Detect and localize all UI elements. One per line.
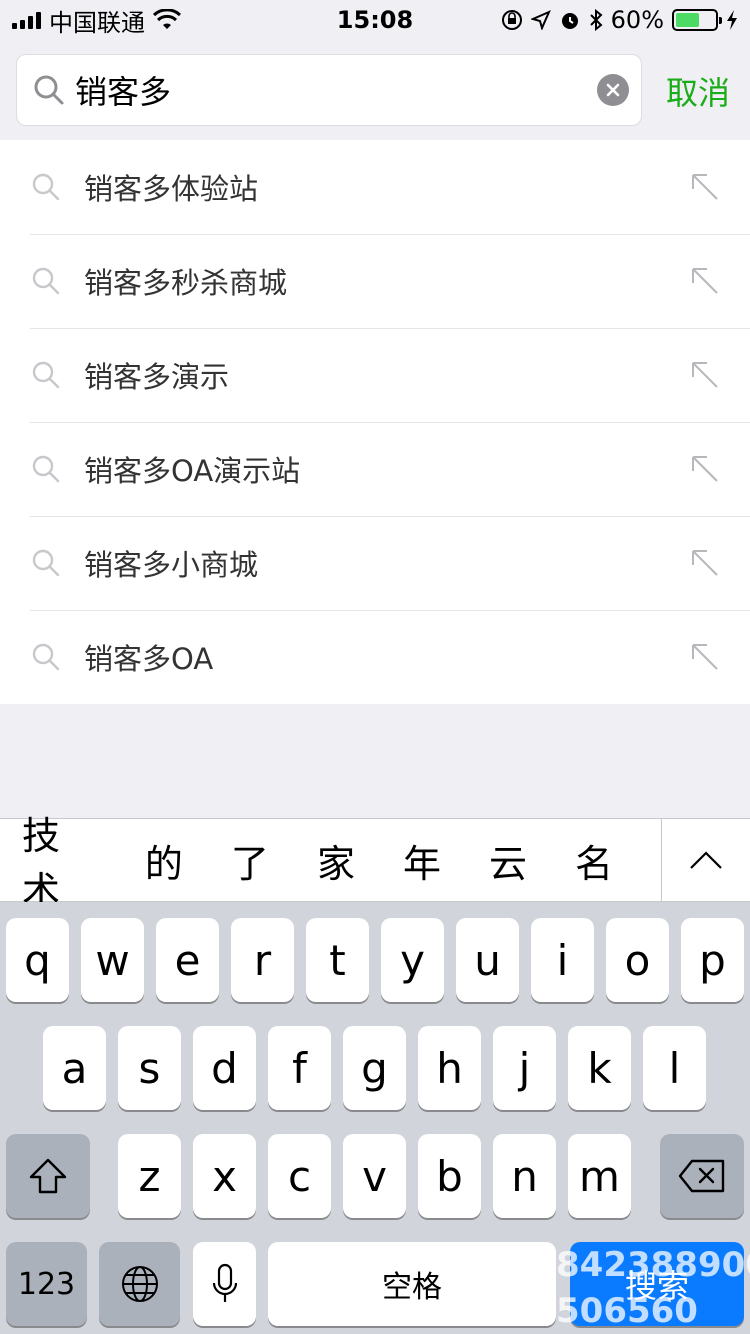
key-g[interactable]: g bbox=[343, 1026, 406, 1110]
arrow-up-left-icon[interactable] bbox=[690, 642, 720, 672]
suggestion-label: 销客多秒杀商城 bbox=[84, 266, 288, 300]
globe-icon bbox=[121, 1266, 158, 1302]
key-a[interactable]: a bbox=[43, 1026, 106, 1110]
signal-icon bbox=[12, 11, 41, 29]
key-f[interactable]: f bbox=[268, 1026, 331, 1110]
shift-key[interactable] bbox=[6, 1134, 90, 1218]
expand-candidates-button[interactable] bbox=[661, 818, 750, 902]
wifi-icon bbox=[153, 9, 181, 29]
arrow-up-left-icon[interactable] bbox=[690, 548, 720, 578]
clear-button[interactable] bbox=[597, 74, 629, 106]
battery-icon bbox=[672, 9, 722, 31]
search-icon bbox=[34, 75, 64, 105]
globe-key[interactable] bbox=[99, 1242, 180, 1326]
key-i[interactable]: i bbox=[531, 918, 594, 1002]
suggestion-label: 销客多演示 bbox=[84, 360, 230, 394]
key-y[interactable]: y bbox=[381, 918, 444, 1002]
microphone-icon bbox=[212, 1263, 237, 1302]
location-icon bbox=[530, 10, 551, 30]
suggestion-item[interactable]: 销客多OA bbox=[0, 610, 750, 704]
status-bar: 中国联通 15:08 60% bbox=[0, 0, 750, 40]
suggestion-item[interactable]: 销客多演示 bbox=[0, 328, 750, 422]
candidate-word[interactable]: 名 bbox=[575, 833, 613, 888]
delete-key[interactable] bbox=[660, 1134, 744, 1218]
shift-icon bbox=[29, 1158, 67, 1194]
key-k[interactable]: k bbox=[568, 1026, 631, 1110]
candidate-list: 技术 的 了 家 年 云 名 bbox=[0, 805, 661, 915]
key-n[interactable]: n bbox=[493, 1134, 556, 1218]
key-e[interactable]: e bbox=[156, 918, 219, 1002]
key-r[interactable]: r bbox=[231, 918, 294, 1002]
search-icon bbox=[32, 267, 60, 295]
suggestion-item[interactable]: 销客多OA演示站 bbox=[0, 422, 750, 516]
key-b[interactable]: b bbox=[418, 1134, 481, 1218]
search-icon bbox=[32, 549, 60, 577]
carrier-name: 中国联通 bbox=[49, 8, 145, 37]
microphone-key[interactable] bbox=[193, 1242, 256, 1326]
arrow-up-left-icon[interactable] bbox=[690, 266, 720, 296]
candidate-word[interactable]: 了 bbox=[231, 833, 269, 888]
charging-icon bbox=[727, 10, 737, 30]
battery-percent: 60% bbox=[610, 6, 664, 34]
ime-candidate-bar: 技术 的 了 家 年 云 名 bbox=[0, 814, 750, 913]
chevron-up-icon bbox=[690, 851, 722, 869]
backspace-icon bbox=[678, 1159, 725, 1193]
space-key[interactable]: 空格 bbox=[268, 1242, 556, 1326]
search-box[interactable] bbox=[16, 54, 642, 126]
search-icon bbox=[32, 361, 60, 389]
rotation-lock-icon bbox=[501, 10, 522, 30]
key-o[interactable]: o bbox=[606, 918, 669, 1002]
arrow-up-left-icon[interactable] bbox=[690, 454, 720, 484]
suggestion-list: 销客多体验站 销客多秒杀商城 销客多演示 销客多OA演示站 销客多小商城 销客多… bbox=[0, 140, 750, 704]
candidate-word[interactable]: 年 bbox=[403, 833, 441, 888]
key-j[interactable]: j bbox=[493, 1026, 556, 1110]
key-p[interactable]: p bbox=[681, 918, 744, 1002]
candidate-word[interactable]: 的 bbox=[145, 833, 183, 888]
candidate-word[interactable]: 家 bbox=[317, 833, 355, 888]
arrow-up-left-icon[interactable] bbox=[690, 172, 720, 202]
key-q[interactable]: q bbox=[6, 918, 69, 1002]
key-x[interactable]: x bbox=[193, 1134, 256, 1218]
search-header: 取消 bbox=[0, 40, 750, 140]
search-input[interactable] bbox=[75, 71, 597, 109]
suggestion-label: 销客多OA演示站 bbox=[84, 454, 301, 488]
suggestion-item[interactable]: 销客多体验站 bbox=[0, 140, 750, 234]
key-z[interactable]: z bbox=[118, 1134, 181, 1218]
key-t[interactable]: t bbox=[306, 918, 369, 1002]
numbers-key[interactable]: 123 bbox=[6, 1242, 87, 1326]
keyboard: q w e r t y u i o p a s d f g h j k l z x c v b n m 123 空格 搜索 bbox=[0, 902, 750, 1334]
search-key[interactable]: 搜索 bbox=[570, 1242, 744, 1326]
suggestion-label: 销客多体验站 bbox=[84, 172, 259, 206]
suggestion-label: 销客多OA bbox=[84, 642, 214, 676]
bluetooth-icon bbox=[589, 9, 603, 31]
key-h[interactable]: h bbox=[418, 1026, 481, 1110]
search-icon bbox=[32, 643, 60, 671]
key-u[interactable]: u bbox=[456, 918, 519, 1002]
key-w[interactable]: w bbox=[81, 918, 144, 1002]
key-s[interactable]: s bbox=[118, 1026, 181, 1110]
candidate-word[interactable]: 技术 bbox=[22, 805, 97, 915]
cancel-button[interactable]: 取消 bbox=[666, 68, 730, 114]
suggestion-label: 销客多小商城 bbox=[84, 548, 259, 582]
key-l[interactable]: l bbox=[643, 1026, 706, 1110]
key-v[interactable]: v bbox=[343, 1134, 406, 1218]
key-d[interactable]: d bbox=[193, 1026, 256, 1110]
search-icon bbox=[32, 455, 60, 483]
close-icon bbox=[606, 83, 620, 97]
key-c[interactable]: c bbox=[268, 1134, 331, 1218]
candidate-word[interactable]: 云 bbox=[489, 833, 527, 888]
suggestion-item[interactable]: 销客多小商城 bbox=[0, 516, 750, 610]
arrow-up-left-icon[interactable] bbox=[690, 360, 720, 390]
alarm-icon bbox=[561, 13, 578, 29]
key-m[interactable]: m bbox=[568, 1134, 631, 1218]
search-icon bbox=[32, 173, 60, 201]
suggestion-item[interactable]: 销客多秒杀商城 bbox=[0, 234, 750, 328]
